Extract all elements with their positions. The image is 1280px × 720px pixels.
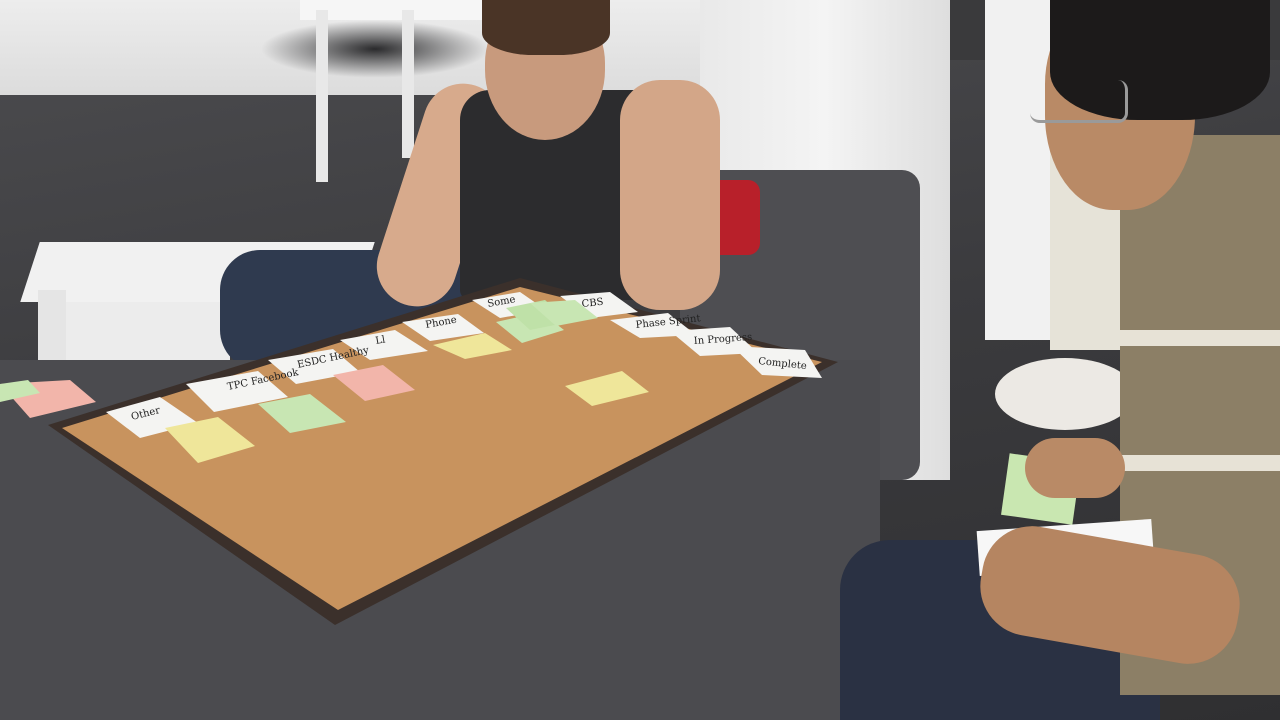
person-2-hand <box>1025 438 1125 498</box>
person-1-hair <box>482 0 610 55</box>
desk-top <box>300 0 500 20</box>
round-rug <box>995 358 1135 430</box>
desk-leg <box>402 10 414 158</box>
shirt-stripe <box>1120 330 1280 346</box>
sofa-base <box>0 360 880 720</box>
coffee-table-front <box>60 302 230 362</box>
office-chairs <box>260 20 490 78</box>
door-frame <box>985 0 1055 340</box>
shirt-stripe <box>1120 455 1280 471</box>
person-1-right-arm <box>620 80 720 310</box>
glasses <box>1030 80 1128 123</box>
desk-leg <box>316 10 328 182</box>
